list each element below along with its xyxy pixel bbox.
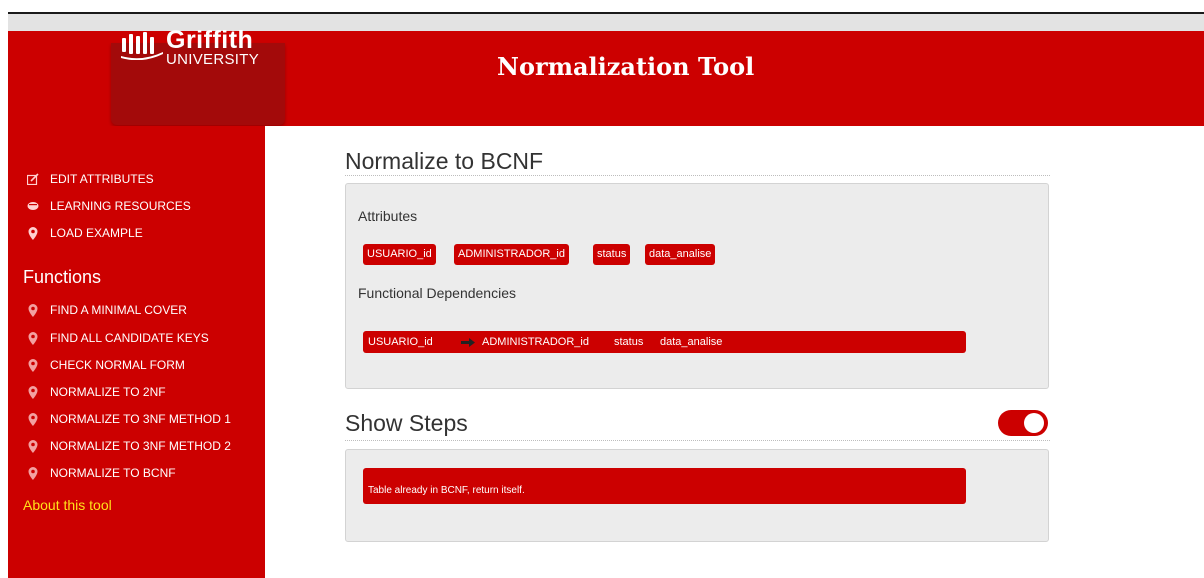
griffith-logo[interactable]: Griffith UNIVERSITY bbox=[120, 20, 280, 80]
fd-lhs: USUARIO_id bbox=[368, 336, 433, 348]
sidebar-item-label: NORMALIZE TO BCNF bbox=[50, 466, 176, 480]
fd-rhs-attribute: ADMINISTRADOR_id bbox=[482, 336, 589, 348]
sidebar-item-minimal-cover[interactable]: FIND A MINIMAL COVER bbox=[26, 302, 187, 318]
book-icon bbox=[26, 199, 40, 213]
fd-rhs-attribute: data_analise bbox=[660, 336, 723, 348]
pin-icon bbox=[26, 412, 40, 426]
sidebar-item-learning-resources[interactable]: LEARNING RESOURCES bbox=[26, 198, 191, 214]
section-title: Normalize to BCNF bbox=[345, 148, 544, 174]
pin-icon bbox=[26, 439, 40, 453]
sidebar-item-check-normal-form[interactable]: CHECK NORMAL FORM bbox=[26, 357, 185, 373]
sidebar-item-label: FIND ALL CANDIDATE KEYS bbox=[50, 331, 209, 345]
sidebar-item-label: CHECK NORMAL FORM bbox=[50, 358, 185, 372]
show-steps-toggle[interactable] bbox=[998, 410, 1048, 436]
functional-dependency-row: USUARIO_id ADMINISTRADOR_id status data_… bbox=[363, 331, 966, 353]
attribute-tag: data_analise bbox=[645, 244, 716, 265]
logo-sub: UNIVERSITY bbox=[166, 51, 260, 68]
pin-icon bbox=[26, 385, 40, 399]
sidebar-item-normalize-bcnf[interactable]: NORMALIZE TO BCNF bbox=[26, 465, 176, 481]
step-message: Table already in BCNF, return itself. bbox=[363, 468, 966, 504]
sidebar-item-normalize-3nf-method-2[interactable]: NORMALIZE TO 3NF METHOD 2 bbox=[26, 438, 231, 454]
arrow-right-icon bbox=[461, 338, 475, 347]
griffith-logo-mark-icon bbox=[121, 32, 163, 60]
sidebar-item-normalize-2nf[interactable]: NORMALIZE TO 2NF bbox=[26, 384, 166, 400]
functions-heading: Functions bbox=[23, 267, 102, 287]
pin-icon bbox=[26, 226, 40, 240]
edit-icon bbox=[26, 172, 40, 186]
pin-icon bbox=[26, 303, 40, 317]
fd-rhs-attribute: status bbox=[614, 336, 644, 348]
about-link[interactable]: About this tool bbox=[23, 497, 112, 513]
pin-icon bbox=[26, 331, 40, 345]
pin-icon bbox=[26, 466, 40, 480]
attribute-tag: USUARIO_id bbox=[363, 244, 436, 265]
section-divider bbox=[345, 175, 1050, 176]
sidebar-item-label: NORMALIZE TO 3NF METHOD 1 bbox=[50, 412, 231, 426]
sidebar-item-label: LOAD EXAMPLE bbox=[50, 226, 143, 240]
sidebar-item-edit-attributes[interactable]: EDIT ATTRIBUTES bbox=[26, 171, 154, 187]
pin-icon bbox=[26, 358, 40, 372]
sidebar-item-label: NORMALIZE TO 2NF bbox=[50, 385, 166, 399]
toggle-knob bbox=[1024, 413, 1044, 433]
page-title: Normalization Tool bbox=[497, 52, 755, 81]
sidebar-item-label: NORMALIZE TO 3NF METHOD 2 bbox=[50, 439, 231, 453]
sidebar-item-label: EDIT ATTRIBUTES bbox=[50, 172, 154, 186]
attribute-tag: status bbox=[593, 244, 631, 265]
steps-divider bbox=[345, 440, 1050, 441]
attributes-label: Attributes bbox=[358, 208, 418, 224]
sidebar-item-load-example[interactable]: LOAD EXAMPLE bbox=[26, 225, 143, 241]
sidebar-item-normalize-3nf-method-1[interactable]: NORMALIZE TO 3NF METHOD 1 bbox=[26, 411, 231, 427]
sidebar-item-label: LEARNING RESOURCES bbox=[50, 199, 191, 213]
attribute-tag: ADMINISTRADOR_id bbox=[454, 244, 569, 265]
fd-label: Functional Dependencies bbox=[358, 285, 516, 301]
steps-title: Show Steps bbox=[345, 410, 468, 436]
step-text: Table already in BCNF, return itself. bbox=[368, 485, 525, 496]
sidebar-item-candidate-keys[interactable]: FIND ALL CANDIDATE KEYS bbox=[26, 330, 209, 346]
sidebar-item-label: FIND A MINIMAL COVER bbox=[50, 303, 187, 317]
